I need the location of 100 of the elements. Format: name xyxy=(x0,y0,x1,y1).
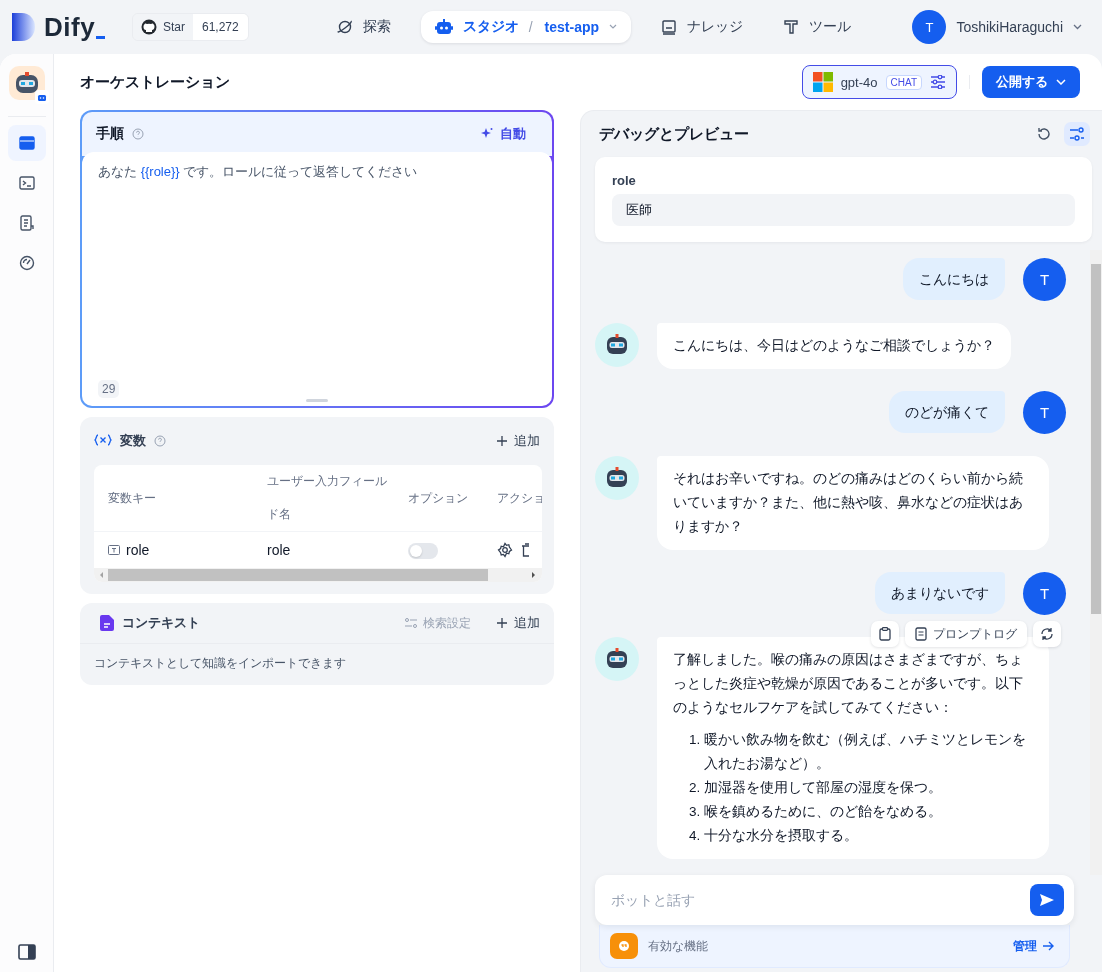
quote-icon xyxy=(610,933,638,959)
sliders-icon xyxy=(1069,127,1085,141)
bot-avatar xyxy=(595,456,639,500)
mode-badge: CHAT xyxy=(885,74,922,90)
list-item: 加湿器を使用して部屋の湿度を保つ。 xyxy=(704,779,943,797)
star-label: Star xyxy=(163,20,185,34)
prompt-log-button[interactable]: プロンプトログ xyxy=(905,621,1027,647)
chevron-down-icon xyxy=(609,24,618,30)
breadcrumb-separator: / xyxy=(528,19,533,35)
star-count: 61,272 xyxy=(193,14,248,40)
copy-button[interactable] xyxy=(871,621,899,647)
column-header: オプション xyxy=(407,489,469,507)
list-item: 暖かい飲み物を飲む（例えば、ハチミツとレモンを入れたお湯など）。 xyxy=(704,731,1028,773)
character-count: 29 xyxy=(98,380,120,398)
user-message: あまりないです xyxy=(875,572,1005,614)
context-hint: コンテキストとして知識をインポートできます xyxy=(93,655,347,672)
table-cell-text: role xyxy=(266,542,292,558)
text-field-icon xyxy=(108,545,120,555)
model-name: gpt-4o xyxy=(840,74,878,90)
book-icon xyxy=(661,19,678,35)
user-avatar: T xyxy=(912,10,947,44)
column-header: アクショ xyxy=(496,489,540,507)
document-icon xyxy=(915,627,927,641)
user-message: のどが痛くて xyxy=(889,391,1005,433)
variables-title: 変数 xyxy=(120,432,146,450)
chevron-down-icon xyxy=(1073,24,1082,30)
publish-button[interactable]: 公開する xyxy=(982,66,1080,98)
message-input[interactable]: ボットと話す xyxy=(609,891,1030,909)
knowledge-nav-tab[interactable]: ナレッジ xyxy=(651,10,754,44)
plus-icon xyxy=(497,618,507,628)
list-item: 十分な水分を摂取する。 xyxy=(704,827,859,845)
document-icon xyxy=(18,215,35,231)
refresh-icon xyxy=(1040,627,1054,641)
list-number: 4. xyxy=(689,827,701,845)
logo[interactable]: Dify xyxy=(44,11,106,43)
logo-icon xyxy=(12,13,38,41)
message-text: それはお辛いですね。のどの痛みはどのくらい前から続いていますか？また、他に熱や咳、鼻水などの症状はありますか？ xyxy=(673,470,1024,536)
list-number: 3. xyxy=(689,803,701,821)
studio-nav-tab[interactable]: スタジオ / test-app xyxy=(420,11,632,43)
github-icon xyxy=(141,19,157,35)
orchestrate-nav-button[interactable] xyxy=(7,125,46,161)
trash-icon[interactable] xyxy=(521,542,529,558)
github-star-button[interactable]: Star 61,272 xyxy=(132,13,249,41)
horizontal-scrollbar[interactable] xyxy=(94,568,542,582)
list-number: 1. xyxy=(689,731,701,749)
column-header: 変数キー xyxy=(107,489,157,507)
send-button[interactable] xyxy=(1030,884,1064,916)
user-avatar: T xyxy=(1023,572,1066,615)
debug-title: デバッグとプレビュー xyxy=(599,124,749,144)
bot-avatar xyxy=(595,323,639,367)
prompt-text[interactable]: あなた {{role}} です。ロールに従って返答してください xyxy=(98,162,536,182)
chevron-down-icon xyxy=(1056,79,1066,85)
windows-logo-icon xyxy=(812,72,833,92)
arrow-right-icon xyxy=(1043,941,1055,951)
user-message: こんにちは xyxy=(903,258,1005,300)
document-icon xyxy=(100,615,114,631)
add-context-button[interactable]: 追加 xyxy=(495,610,542,636)
message-text: 了解しました。喉の痛みの原因はさまざまですが、ちょっとした炎症や乾燥が原因であることが多いです。以下のようなセルフケアを試してみてください： xyxy=(673,651,1024,717)
input-field[interactable]: 医師 xyxy=(612,194,1075,226)
optional-toggle[interactable] xyxy=(408,542,438,559)
settings-icon[interactable] xyxy=(497,542,513,558)
context-title: コンテキスト xyxy=(122,614,200,632)
manage-link[interactable]: 管理 xyxy=(1013,937,1055,955)
vertical-scrollbar[interactable] xyxy=(1090,250,1102,875)
bot-avatar xyxy=(595,637,639,681)
terminal-icon xyxy=(18,176,35,190)
explore-nav-tab[interactable]: 探索 xyxy=(326,10,401,44)
app-selector[interactable]: test-app xyxy=(544,19,600,35)
list-number: 2. xyxy=(689,779,701,797)
window-icon xyxy=(18,136,35,150)
variables-toggle-button[interactable] xyxy=(1064,122,1090,146)
features-label: 有効な機能 xyxy=(648,937,708,955)
chat-input[interactable]: ボットと話す xyxy=(595,875,1074,925)
add-variable-button[interactable]: 追加 xyxy=(495,428,542,454)
plus-icon xyxy=(497,436,507,446)
gauge-icon xyxy=(18,255,35,271)
hammer-icon xyxy=(783,19,800,35)
planet-icon xyxy=(336,19,353,35)
model-selector[interactable]: gpt-4o CHAT xyxy=(801,65,957,99)
column-header: ユーザー入力フィールド名 xyxy=(266,473,388,523)
chat-badge-icon xyxy=(34,90,49,104)
auto-generate-button[interactable]: 自動 xyxy=(468,121,538,147)
list-item: 喉を鎮めるために、のど飴をなめる。 xyxy=(704,803,943,821)
message-text: こんにちは、今日はどのようなご相談でしょうか？ xyxy=(673,337,995,355)
user-menu[interactable]: T ToshikiHaraguchi xyxy=(912,10,1090,44)
clipboard-icon xyxy=(879,627,891,641)
regenerate-button[interactable] xyxy=(1033,621,1061,647)
robot-drawing xyxy=(13,71,40,95)
input-label: role xyxy=(612,173,637,188)
table-cell: role xyxy=(126,542,150,558)
tools-nav-tab[interactable]: ツール xyxy=(773,10,862,44)
user-avatar: T xyxy=(1023,391,1066,434)
send-icon xyxy=(1039,893,1055,907)
refresh-icon[interactable] xyxy=(1036,126,1052,142)
settings-icon xyxy=(930,75,946,89)
page-title: オーケストレーション xyxy=(80,72,230,92)
robot-icon xyxy=(434,19,453,35)
sliders-icon xyxy=(405,618,417,628)
panel-toggle-icon[interactable] xyxy=(17,944,36,960)
user-avatar: T xyxy=(1023,258,1066,301)
